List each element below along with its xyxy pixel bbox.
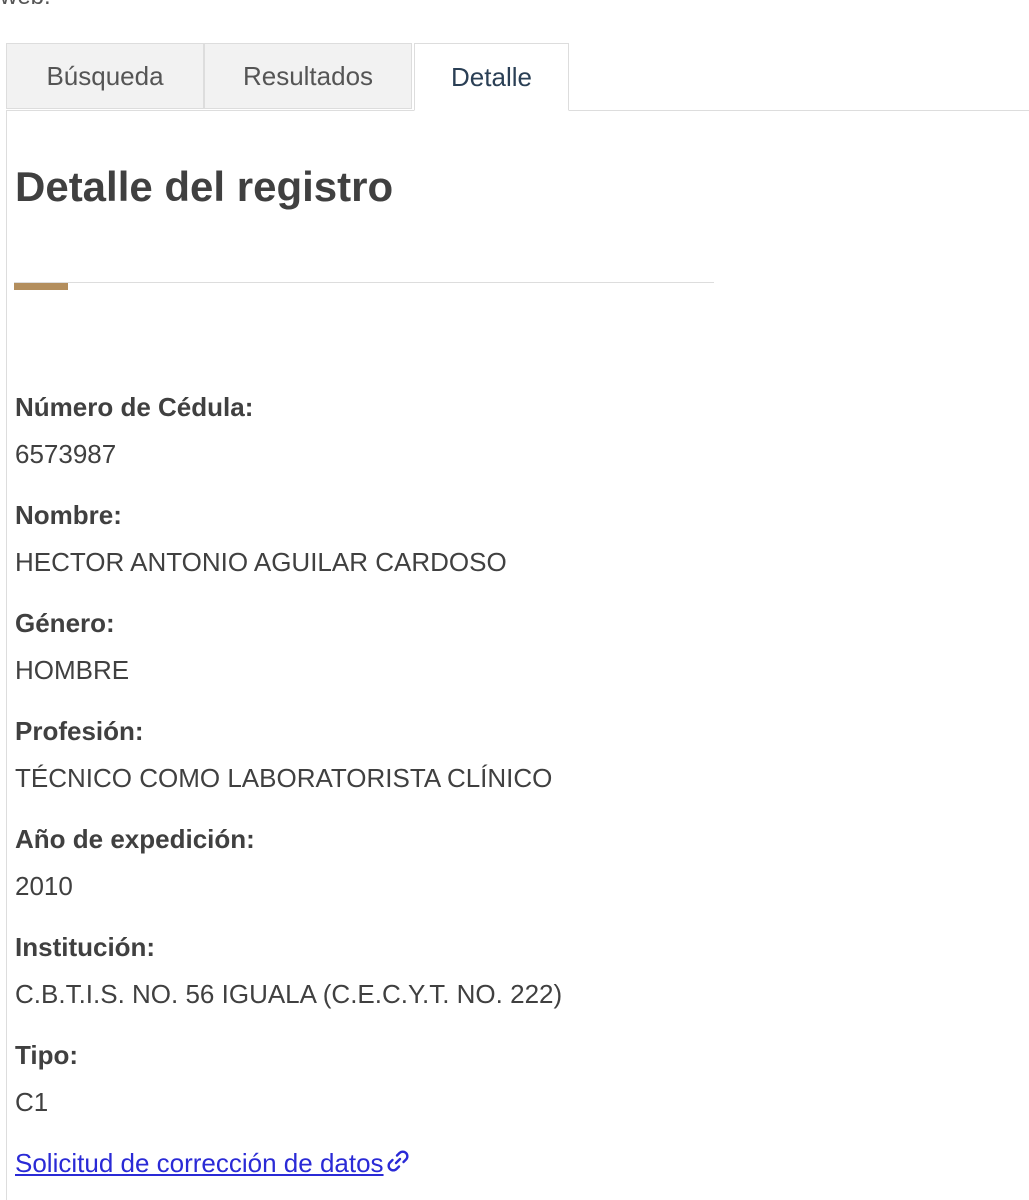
- tab-bar: Búsqueda Resultados Detalle: [6, 43, 1029, 111]
- tab-detalle[interactable]: Detalle: [414, 43, 569, 111]
- field-institucion: Institución: C.B.T.I.S. NO. 56 IGUALA (C…: [15, 931, 1005, 1010]
- tab-resultados-label: Resultados: [242, 60, 374, 91]
- field-label: Profesión:: [15, 716, 144, 746]
- intro-text: web.: [0, 0, 51, 12]
- field-value: TÉCNICO COMO LABORATORISTA CLÍNICO: [15, 763, 553, 793]
- field-value: 2010: [15, 871, 73, 901]
- field-value: 6573987: [15, 439, 117, 469]
- correction-link-label: Solicitud de corrección de datos: [15, 1148, 384, 1178]
- tab-resultados[interactable]: Resultados: [204, 43, 412, 109]
- tab-detalle-label: Detalle: [451, 61, 532, 92]
- field-genero: Género: HOMBRE: [15, 607, 1005, 686]
- tab-busqueda-label: Búsqueda: [46, 60, 164, 91]
- field-numero-cedula: Número de Cédula: 6573987: [15, 391, 1005, 470]
- field-profesion: Profesión: TÉCNICO COMO LABORATORISTA CL…: [15, 715, 1005, 794]
- field-anio-expedicion: Año de expedición: 2010: [15, 823, 1005, 902]
- field-label: Año de expedición:: [15, 824, 255, 854]
- field-value: C.B.T.I.S. NO. 56 IGUALA (C.E.C.Y.T. NO.…: [15, 979, 563, 1009]
- page-title: Detalle del registro: [15, 163, 394, 210]
- field-label: Número de Cédula:: [15, 392, 254, 422]
- link-icon: [386, 1148, 410, 1172]
- field-value: HOMBRE: [15, 655, 130, 685]
- field-value: HECTOR ANTONIO AGUILAR CARDOSO: [15, 547, 507, 577]
- field-label: Institución:: [15, 932, 156, 962]
- correction-request-link[interactable]: Solicitud de corrección de datos: [15, 1147, 410, 1179]
- tab-busqueda[interactable]: Búsqueda: [6, 43, 204, 109]
- field-label: Género:: [15, 608, 115, 638]
- title-accent-bar: [14, 283, 68, 290]
- field-value: C1: [15, 1087, 49, 1117]
- field-label: Tipo:: [15, 1040, 79, 1070]
- page: web. Búsqueda Resultados Detalle Detalle…: [0, 0, 1029, 1200]
- field-tipo: Tipo: C1: [15, 1039, 1005, 1118]
- title-divider: [14, 282, 714, 283]
- field-label: Nombre:: [15, 500, 122, 530]
- field-nombre: Nombre: HECTOR ANTONIO AGUILAR CARDOSO: [15, 499, 1005, 578]
